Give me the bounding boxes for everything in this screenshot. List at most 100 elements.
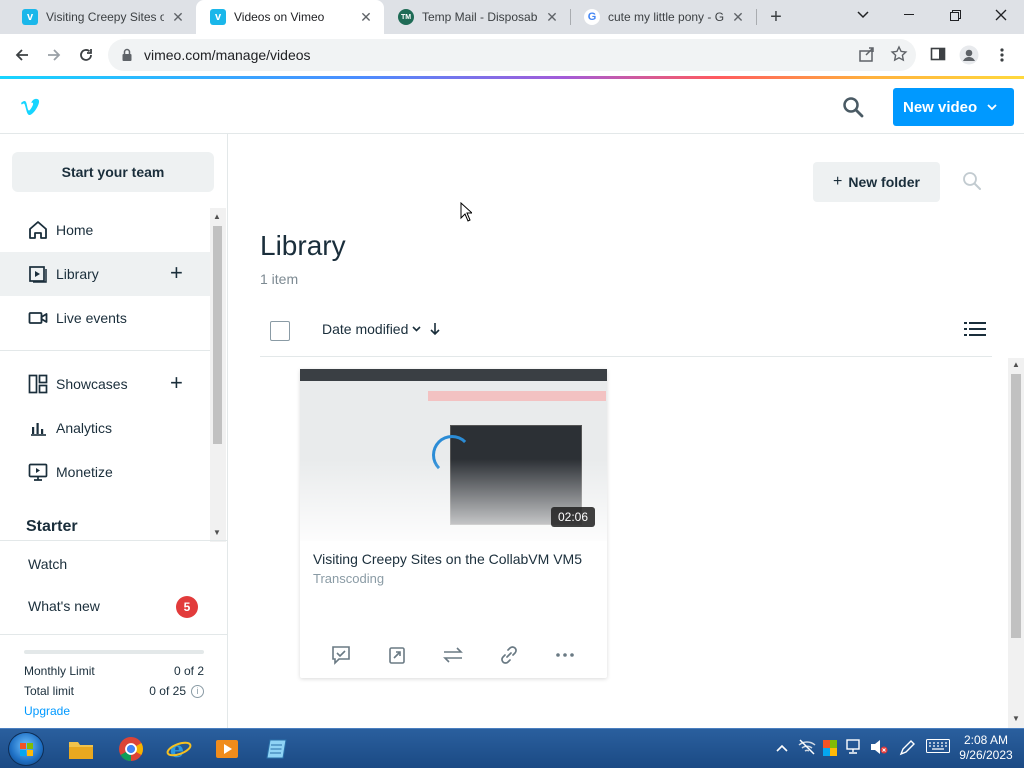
scroll-down-arrow-icon[interactable]: ▼ — [213, 528, 221, 537]
back-button[interactable] — [10, 43, 34, 67]
clock-time: 2:08 AM — [963, 733, 1009, 747]
new-folder-button[interactable]: + New folder — [813, 162, 940, 202]
keyboard-icon[interactable] — [926, 739, 950, 756]
new-tab-button[interactable]: + — [764, 5, 788, 29]
thumbnail-detail — [300, 369, 607, 381]
sidebar-item-label: Showcases — [56, 376, 128, 392]
total-limit-row: Total limit 0 of 25 i — [24, 684, 204, 698]
video-title[interactable]: Visiting Creepy Sites on the CollabVM VM… — [313, 551, 582, 567]
new-video-button[interactable]: New video — [893, 88, 1014, 126]
chrome-taskbar-button[interactable] — [116, 734, 146, 764]
sort-dropdown[interactable]: Date modified — [322, 321, 421, 337]
showcase-icon — [28, 374, 48, 394]
add-showcase-plus-icon[interactable]: + — [170, 372, 183, 394]
search-icon[interactable] — [842, 96, 864, 118]
list-view-icon[interactable] — [964, 320, 986, 338]
vimeo-icon: v — [22, 9, 38, 25]
video-card[interactable]: 02:06 Visiting Creepy Sites on the Colla… — [300, 369, 607, 678]
forward-button[interactable] — [42, 43, 66, 67]
sidebar-item-monetize[interactable]: Monetize — [0, 450, 210, 494]
chevron-down-icon — [412, 326, 421, 332]
close-window-button[interactable] — [978, 0, 1024, 30]
limit-label: Monthly Limit — [24, 664, 95, 678]
url-field[interactable]: vimeo.com/manage/videos — [108, 39, 916, 71]
tab-search-button[interactable] — [840, 0, 886, 30]
close-icon[interactable]: ✕ — [544, 9, 560, 25]
whats-new-link[interactable]: What's new — [28, 598, 100, 614]
bookmark-star-icon[interactable] — [890, 45, 908, 63]
main-scrollbar[interactable]: ▲ ▼ — [1008, 358, 1024, 728]
upgrade-link[interactable]: Upgrade — [24, 704, 70, 718]
network-icon[interactable] — [846, 739, 864, 758]
vimeo-logo[interactable] — [20, 95, 40, 123]
notepad-icon — [266, 739, 287, 759]
file-explorer-taskbar-button[interactable] — [66, 734, 96, 764]
url-text: vimeo.com/manage/videos — [144, 47, 311, 63]
start-button[interactable] — [8, 732, 44, 766]
browser-tab-4[interactable]: G cute my little pony - Go ✕ — [570, 0, 756, 34]
sidebar-scrollbar[interactable]: ▲ ▼ — [210, 208, 226, 542]
replace-button[interactable] — [442, 644, 464, 666]
browser-tab-2[interactable]: v Videos on Vimeo ✕ — [196, 0, 384, 34]
select-all-checkbox[interactable] — [270, 321, 290, 341]
media-player-taskbar-button[interactable] — [212, 734, 242, 764]
swap-arrows-icon — [443, 647, 463, 663]
scroll-up-arrow-icon[interactable]: ▲ — [213, 212, 221, 221]
mouse-cursor-icon — [460, 202, 472, 222]
browser-menu-button[interactable] — [994, 44, 1010, 66]
reload-icon — [80, 49, 92, 61]
sidebar-item-analytics[interactable]: Analytics — [0, 406, 210, 450]
close-icon[interactable]: ✕ — [358, 9, 374, 25]
side-panel-button[interactable] — [928, 44, 948, 64]
share-button[interactable] — [386, 644, 408, 666]
start-team-button[interactable]: Start your team — [12, 152, 214, 192]
sidebar-item-library[interactable]: Library + — [0, 252, 210, 296]
omnibox-actions — [858, 45, 908, 63]
restore-button[interactable] — [932, 0, 978, 30]
reload-button[interactable] — [74, 43, 98, 67]
sidebar-item-home[interactable]: Home — [0, 208, 210, 252]
svg-text:e: e — [170, 737, 184, 762]
notes-taskbar-button[interactable] — [262, 734, 292, 764]
address-bar: vimeo.com/manage/videos — [0, 34, 1024, 76]
pen-input-icon[interactable] — [898, 739, 916, 760]
more-options-button[interactable] — [554, 644, 576, 666]
copy-link-button[interactable] — [498, 644, 520, 666]
video-thumbnail[interactable]: 02:06 — [300, 369, 607, 541]
share-icon — [389, 647, 405, 664]
system-clock[interactable]: 2:08 AM 9/26/2023 — [956, 733, 1016, 763]
vimeo-header: New video — [0, 79, 1024, 134]
scroll-down-arrow-icon[interactable]: ▼ — [1012, 714, 1020, 723]
review-button[interactable] — [330, 644, 352, 666]
camera-icon — [28, 312, 48, 324]
volume-muted-icon[interactable] — [870, 739, 888, 758]
search-icon[interactable] — [962, 171, 982, 191]
internet-explorer-taskbar-button[interactable]: e — [164, 734, 194, 764]
watch-link[interactable]: Watch — [28, 556, 67, 572]
info-icon[interactable]: i — [191, 684, 204, 698]
browser-tab-1[interactable]: v Visiting Creepy Sites on ✕ — [8, 0, 196, 34]
sidebar-item-showcases[interactable]: Showcases + — [0, 362, 210, 406]
media-player-icon — [216, 740, 238, 758]
security-shield-icon[interactable] — [822, 739, 838, 760]
scrollbar-thumb[interactable] — [1011, 374, 1021, 638]
close-icon[interactable]: ✕ — [730, 9, 746, 25]
minimize-button[interactable] — [886, 0, 932, 30]
folder-icon — [69, 742, 93, 759]
profile-button[interactable] — [958, 44, 980, 66]
scrollbar-thumb[interactable] — [213, 226, 222, 444]
scroll-up-arrow-icon[interactable]: ▲ — [1012, 360, 1020, 369]
tab-title: Visiting Creepy Sites on — [46, 10, 164, 24]
network-wireless-disabled-icon[interactable] — [798, 739, 816, 758]
page-title: Library — [260, 230, 346, 261]
sidebar-item-live-events[interactable]: Live events — [0, 296, 210, 340]
show-hidden-icons-icon[interactable] — [776, 739, 788, 755]
browser-tab-3[interactable]: TM Temp Mail - Disposable ✕ — [384, 0, 570, 34]
share-icon[interactable] — [858, 45, 876, 63]
sidebar-item-label: Monetize — [56, 464, 113, 480]
add-folder-plus-icon[interactable]: + — [170, 262, 183, 284]
arrow-right-icon — [48, 49, 61, 61]
home-icon — [29, 221, 47, 239]
arrow-down-icon[interactable] — [430, 322, 440, 336]
close-icon[interactable]: ✕ — [170, 9, 186, 25]
